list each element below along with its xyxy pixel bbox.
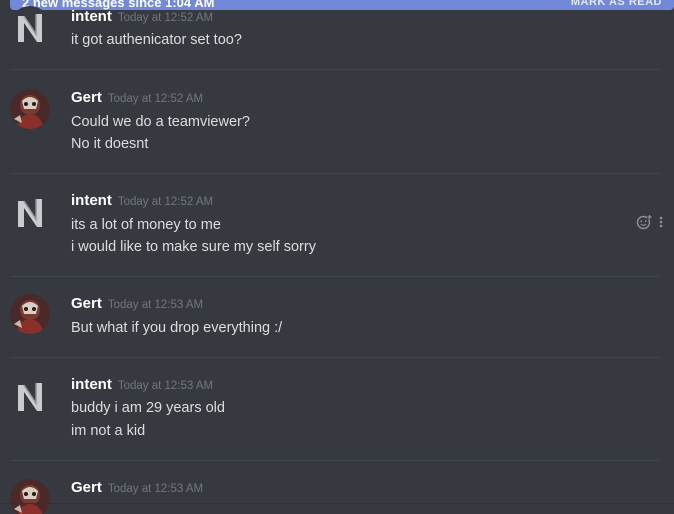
timestamp: Today at 12:52 AM [117, 196, 214, 208]
timestamp: Today at 12:53 AM [117, 380, 214, 392]
avatar[interactable] [10, 375, 50, 415]
message-header: intent Today at 12:53 AM [71, 376, 213, 396]
message-divider [10, 173, 660, 174]
intent-avatar-image [10, 191, 50, 231]
avatar[interactable] [10, 89, 50, 129]
timestamp: Today at 12:53 AM [107, 483, 204, 495]
message-header: intent Today at 12:52 AM [71, 8, 213, 28]
chat-messages-pane[interactable]: 2 new messages since 1:04 AM MARK AS REA… [0, 0, 674, 514]
message-text: i would like to make sure my self sorry [71, 239, 316, 255]
message-divider [10, 69, 660, 70]
message-header: Gert Today at 12:53 AM [71, 295, 203, 315]
avatar[interactable] [10, 6, 50, 46]
timestamp: Today at 12:52 AM [107, 93, 204, 105]
timestamp: Today at 12:53 AM [107, 299, 204, 311]
message-text: im not a kid [71, 423, 146, 439]
avatar[interactable] [10, 479, 50, 514]
message-text: No it doesnt [71, 136, 149, 152]
username[interactable]: Gert [71, 295, 102, 312]
message-divider [10, 276, 660, 277]
message-actions [636, 214, 664, 230]
username[interactable]: Gert [71, 479, 102, 496]
avatar[interactable] [10, 294, 50, 334]
message-header: Gert Today at 12:53 AM [71, 479, 203, 499]
message-text: Could we do a teamviewer? [71, 114, 250, 130]
gert-avatar-image [10, 479, 50, 514]
message-text: But what if you drop everything :/ [71, 320, 283, 336]
timestamp: Today at 12:52 AM [117, 12, 214, 24]
message-header: intent Today at 12:52 AM [71, 192, 213, 212]
gert-avatar-image [10, 89, 50, 129]
message-divider [10, 357, 660, 358]
intent-avatar-image [10, 375, 50, 415]
composer-edge [0, 503, 674, 504]
mark-as-read-button[interactable]: MARK AS READ [571, 0, 662, 9]
message-header: Gert Today at 12:52 AM [71, 89, 203, 109]
message-text: its a lot of money to me [71, 217, 221, 233]
more-options-icon[interactable] [658, 214, 664, 230]
intent-avatar-image [10, 6, 50, 46]
username[interactable]: intent [71, 192, 112, 209]
username[interactable]: intent [71, 8, 112, 25]
avatar[interactable] [10, 191, 50, 231]
gert-avatar-image [10, 294, 50, 334]
message-text: it got authenicator set too? [71, 32, 242, 48]
username[interactable]: Gert [71, 89, 102, 106]
username[interactable]: intent [71, 376, 112, 393]
add-reaction-icon[interactable] [636, 214, 652, 230]
message-text: buddy i am 29 years old [71, 400, 225, 416]
message-divider [10, 460, 660, 461]
